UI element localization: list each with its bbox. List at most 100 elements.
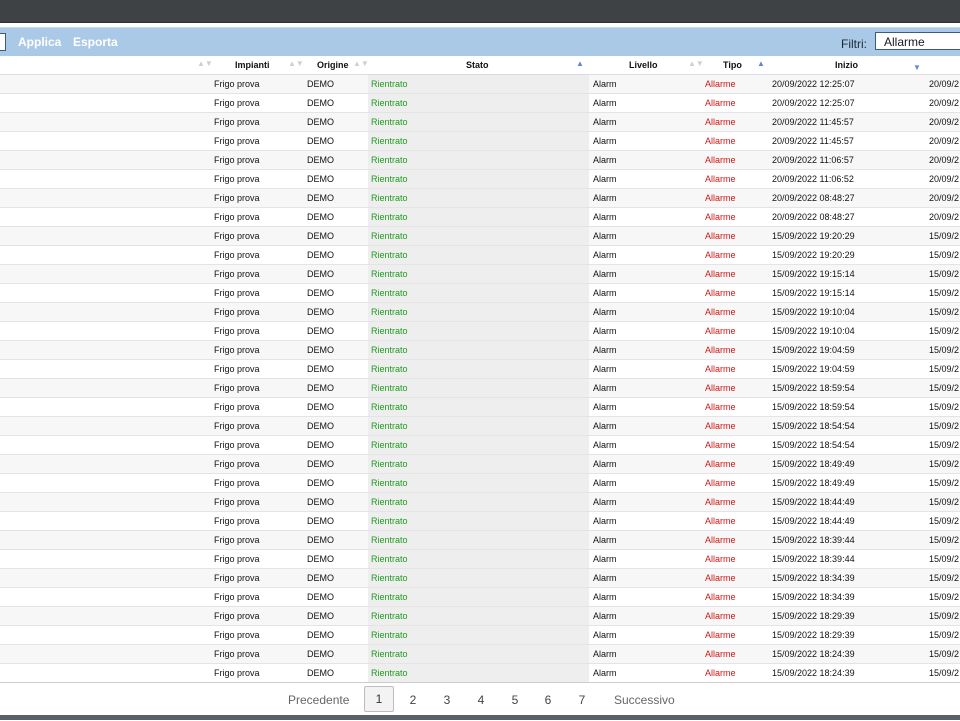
sort-inizio-desc-icon[interactable]: ▼	[913, 63, 921, 72]
table-row[interactable]: Frigo prova DEMO Rientrato Alarm Allarme 20/0…	[0, 151, 960, 170]
table-row[interactable]: Frigo prova DEMO Rientrato Alarm Allarme 15/0…	[0, 379, 960, 398]
table-row[interactable]: Frigo prova DEMO Rientrato Alarm Allarme 15/0…	[0, 474, 960, 493]
cell-origine: DEMO	[307, 307, 334, 317]
cell-stato: Rientrato	[371, 98, 408, 108]
pagination-page[interactable]: 6	[540, 693, 556, 707]
cell-fine: 15/09/2	[929, 402, 960, 412]
window-bottom-edge	[0, 715, 960, 720]
table-row[interactable]: Frigo prova DEMO Rientrato Alarm Allarme 15/0…	[0, 265, 960, 284]
cell-livello: Alarm	[593, 421, 617, 431]
table-row[interactable]: Frigo prova DEMO Rientrato Alarm Allarme 20/0…	[0, 189, 960, 208]
cell-tipo: Allarme	[705, 174, 736, 184]
cell-impianti: Frigo prova	[214, 364, 260, 374]
cell-livello: Alarm	[593, 611, 617, 621]
cell-tipo: Allarme	[705, 231, 736, 241]
table-row[interactable]: Frigo prova DEMO Rientrato Alarm Allarme 15/0…	[0, 227, 960, 246]
table-row[interactable]: Frigo prova DEMO Rientrato Alarm Allarme 15/0…	[0, 322, 960, 341]
cell-origine: DEMO	[307, 611, 334, 621]
table-row[interactable]: Frigo prova DEMO Rientrato Alarm Allarme 15/0…	[0, 512, 960, 531]
table-row[interactable]: Frigo prova DEMO Rientrato Alarm Allarme 15/0…	[0, 531, 960, 550]
table-row[interactable]: Frigo prova DEMO Rientrato Alarm Allarme 15/0…	[0, 550, 960, 569]
cell-livello: Alarm	[593, 212, 617, 222]
cell-fine: 15/09/2	[929, 573, 960, 583]
toolbar-input[interactable]	[0, 33, 6, 51]
pagination-page[interactable]: 5	[507, 693, 523, 707]
pagination-next[interactable]: Successivo	[614, 693, 675, 707]
cell-origine: DEMO	[307, 649, 334, 659]
table-row[interactable]: Frigo prova DEMO Rientrato Alarm Allarme 20/0…	[0, 94, 960, 113]
table-row[interactable]: Frigo prova DEMO Rientrato Alarm Allarme 20/0…	[0, 132, 960, 151]
sort-impianti-icon[interactable]: ▲▼	[197, 59, 213, 68]
table-row[interactable]: Frigo prova DEMO Rientrato Alarm Allarme 15/0…	[0, 303, 960, 322]
cell-livello: Alarm	[593, 497, 617, 507]
column-header-tipo[interactable]: Tipo	[723, 60, 742, 70]
cell-origine: DEMO	[307, 326, 334, 336]
pagination-page[interactable]: 7	[574, 693, 590, 707]
sort-stato-asc-icon[interactable]: ▲	[576, 59, 584, 68]
pagination-page[interactable]: 4	[473, 693, 489, 707]
table-row[interactable]: Frigo prova DEMO Rientrato Alarm Allarme 15/0…	[0, 569, 960, 588]
pagination-page[interactable]: 3	[439, 693, 455, 707]
cell-origine: DEMO	[307, 364, 334, 374]
table-row[interactable]: Frigo prova DEMO Rientrato Alarm Allarme 20/0…	[0, 113, 960, 132]
pagination-page[interactable]: 2	[405, 693, 421, 707]
export-button[interactable]: Esporta	[73, 35, 118, 49]
cell-fine: 15/09/2	[929, 516, 960, 526]
table-row[interactable]: Frigo prova DEMO Rientrato Alarm Allarme 15/0…	[0, 607, 960, 626]
column-header-inizio[interactable]: Inizio	[835, 60, 858, 70]
table-row[interactable]: Frigo prova DEMO Rientrato Alarm Allarme 15/0…	[0, 664, 960, 683]
cell-origine: DEMO	[307, 440, 334, 450]
column-header-origine[interactable]: Origine	[317, 60, 349, 70]
table-row[interactable]: Frigo prova DEMO Rientrato Alarm Allarme 20/0…	[0, 208, 960, 227]
column-header-stato[interactable]: Stato	[466, 60, 489, 70]
cell-livello: Alarm	[593, 668, 617, 678]
column-header-livello[interactable]: Livello	[629, 60, 658, 70]
filter-select[interactable]: Allarme	[875, 32, 960, 50]
table-row[interactable]: Frigo prova DEMO Rientrato Alarm Allarme 15/0…	[0, 360, 960, 379]
cell-livello: Alarm	[593, 649, 617, 659]
cell-impianti: Frigo prova	[214, 307, 260, 317]
cell-tipo: Allarme	[705, 307, 736, 317]
cell-tipo: Allarme	[705, 440, 736, 450]
table-row[interactable]: Frigo prova DEMO Rientrato Alarm Allarme 15/0…	[0, 284, 960, 303]
cell-inizio: 20/09/2022 12:25:07	[772, 79, 855, 89]
cell-stato: Rientrato	[371, 649, 408, 659]
cell-tipo: Allarme	[705, 630, 736, 640]
pagination-page-current[interactable]: 1	[364, 686, 394, 712]
cell-inizio: 15/09/2022 18:34:39	[772, 592, 855, 602]
pagination-prev[interactable]: Precedente	[288, 693, 349, 707]
table-row[interactable]: Frigo prova DEMO Rientrato Alarm Allarme 15/0…	[0, 626, 960, 645]
sort-origine-left-icon[interactable]: ▲▼	[288, 59, 304, 68]
cell-inizio: 15/09/2022 18:44:49	[772, 516, 855, 526]
table-row[interactable]: Frigo prova DEMO Rientrato Alarm Allarme 15/0…	[0, 341, 960, 360]
table-row[interactable]: Frigo prova DEMO Rientrato Alarm Allarme 15/0…	[0, 417, 960, 436]
cell-inizio: 15/09/2022 18:29:39	[772, 630, 855, 640]
table-row[interactable]: Frigo prova DEMO Rientrato Alarm Allarme 15/0…	[0, 246, 960, 265]
apply-button[interactable]: Applica	[18, 35, 61, 49]
table-row[interactable]: Frigo prova DEMO Rientrato Alarm Allarme 15/0…	[0, 455, 960, 474]
cell-livello: Alarm	[593, 231, 617, 241]
cell-impianti: Frigo prova	[214, 459, 260, 469]
table-row[interactable]: Frigo prova DEMO Rientrato Alarm Allarme 15/0…	[0, 645, 960, 664]
cell-stato: Rientrato	[371, 174, 408, 184]
cell-tipo: Allarme	[705, 117, 736, 127]
cell-impianti: Frigo prova	[214, 554, 260, 564]
cell-impianti: Frigo prova	[214, 79, 260, 89]
sort-origine-icon[interactable]: ▲▼	[353, 59, 369, 68]
table-row[interactable]: Frigo prova DEMO Rientrato Alarm Allarme 20/0…	[0, 75, 960, 94]
sort-livello-icon[interactable]: ▲▼	[688, 59, 704, 68]
cell-origine: DEMO	[307, 668, 334, 678]
cell-livello: Alarm	[593, 174, 617, 184]
cell-origine: DEMO	[307, 193, 334, 203]
sort-tipo-asc-icon[interactable]: ▲	[757, 59, 765, 68]
cell-fine: 15/09/2	[929, 649, 960, 659]
table-row[interactable]: Frigo prova DEMO Rientrato Alarm Allarme 15/0…	[0, 398, 960, 417]
cell-fine: 15/09/2	[929, 535, 960, 545]
table-row[interactable]: Frigo prova DEMO Rientrato Alarm Allarme 15/0…	[0, 436, 960, 455]
table-row[interactable]: Frigo prova DEMO Rientrato Alarm Allarme 15/0…	[0, 588, 960, 607]
table-row[interactable]: Frigo prova DEMO Rientrato Alarm Allarme 20/0…	[0, 170, 960, 189]
cell-impianti: Frigo prova	[214, 193, 260, 203]
table-row[interactable]: Frigo prova DEMO Rientrato Alarm Allarme 15/0…	[0, 493, 960, 512]
column-header-impianti[interactable]: Impianti	[235, 60, 270, 70]
cell-origine: DEMO	[307, 79, 334, 89]
